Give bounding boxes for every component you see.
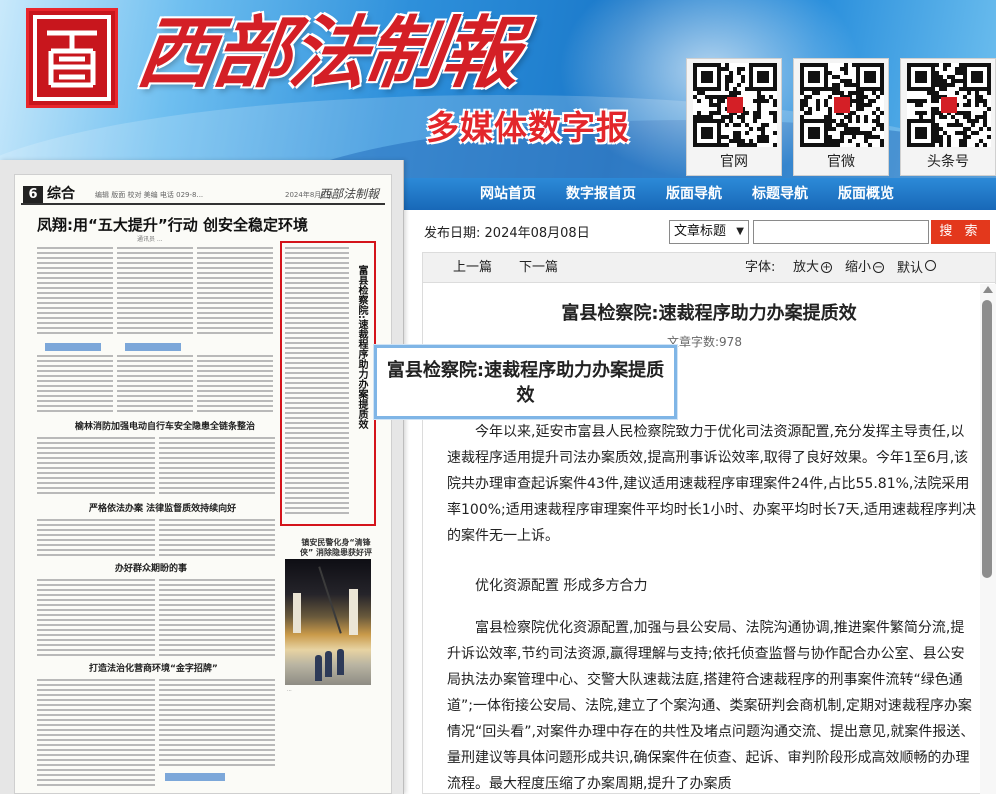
chevron-down-icon: ▼ xyxy=(736,226,744,237)
text-column xyxy=(159,579,275,659)
article-panel: 上一篇 下一篇 字体: 放大 + 缩小 − 默认 富县检察院:速裁程序助力办案提质效… xyxy=(422,252,996,794)
photo-detail xyxy=(337,649,344,675)
qr-code-icon xyxy=(800,63,884,147)
font-size-label: 字体: xyxy=(745,260,776,275)
zoom-out-button[interactable]: 缩小 − xyxy=(845,260,885,276)
section-tag xyxy=(45,343,101,351)
minus-circle-icon: − xyxy=(873,262,885,273)
page-subhead[interactable]: 办好群众期盼的事 xyxy=(115,563,187,575)
article-title-tooltip: 富县检察院:速裁程序助力办案提质效 xyxy=(374,345,677,419)
article-subheading: 优化资源配置 形成多方合力 xyxy=(475,578,648,594)
page-section: 综合 xyxy=(47,186,75,202)
text-column xyxy=(37,355,113,415)
article-paragraph: 富县检察院优化资源配置,加强与县公安局、法院沟通协调,推进案件繁简分流,提升诉讼… xyxy=(447,620,975,792)
page-logo: 西部法制報 xyxy=(319,187,380,201)
text-column xyxy=(37,679,155,789)
circle-icon xyxy=(925,260,937,271)
word-count: 文章字数:978 xyxy=(667,335,742,349)
photo-detail xyxy=(349,589,358,635)
photo-credit: ... xyxy=(287,687,292,693)
newspaper-page-image[interactable]: 6 综合 编辑 版面 校对 美编 电话 029-8... 2024年8月8日 西… xyxy=(14,174,392,794)
text-column xyxy=(285,247,349,517)
photo-detail xyxy=(318,566,342,634)
scroll-up-arrow-icon[interactable] xyxy=(983,286,993,293)
text-column xyxy=(159,437,275,497)
masthead-banner: 西部法制報 多媒体数字报 官网 官微 头条号 xyxy=(0,0,996,180)
default-size-label: 默认 xyxy=(897,261,924,276)
text-column xyxy=(37,519,155,559)
qr-official-wechat[interactable]: 官微 xyxy=(793,58,889,176)
qr-code-icon xyxy=(907,63,991,147)
text-column xyxy=(117,355,193,415)
section-tag xyxy=(125,343,181,351)
photo-detail xyxy=(293,593,301,633)
page-headline[interactable]: 凤翔:用“五大提升”行动 创安全稳定环境 xyxy=(37,215,308,235)
zoom-in-button[interactable]: 放大 + xyxy=(793,260,833,276)
page-subhead[interactable]: 打造法治化营商环境“金字招牌” xyxy=(89,663,218,675)
zoom-in-label: 放大 xyxy=(793,260,820,275)
article-paragraph: 今年以来,延安市富县人民检察院致力于优化司法资源配置,充分发挥主导责任,以速裁程… xyxy=(447,424,977,544)
photo-detail xyxy=(315,655,322,681)
page-header: 6 综合 编辑 版面 校对 美编 电话 029-8... 2024年8月8日 西… xyxy=(21,185,385,205)
qr-label: 官微 xyxy=(827,154,855,170)
nav-home[interactable]: 网站首页 xyxy=(480,178,536,210)
prev-article-link[interactable]: 上一篇 xyxy=(453,260,492,276)
page-subhead[interactable]: 榆林消防加强电动自行车安全隐患全链条整治 xyxy=(75,421,255,433)
nav-title-navigation[interactable]: 标题导航 xyxy=(752,178,808,210)
qr-label: 头条号 xyxy=(927,154,969,170)
newspaper-subtitle: 多媒体数字报 xyxy=(426,108,630,147)
publish-date: 发布日期: 2024年08月08日 xyxy=(424,226,590,242)
text-column xyxy=(37,437,155,497)
qr-official-site[interactable]: 官网 xyxy=(686,58,782,176)
page-thumbnail-panel: 6 综合 编辑 版面 校对 美编 电话 029-8... 2024年8月8日 西… xyxy=(0,160,404,794)
scrollbar-thumb[interactable] xyxy=(982,300,992,578)
main-nav: 网站首页 数字报首页 版面导航 标题导航 版面概览 xyxy=(404,178,996,210)
photo-detail xyxy=(325,651,332,677)
text-column xyxy=(159,679,275,769)
default-size-button[interactable]: 默认 xyxy=(897,260,937,277)
newspaper-name-logo: 西部法制報 xyxy=(131,8,525,99)
newspaper-seal-logo xyxy=(26,8,118,108)
next-article-link[interactable]: 下一篇 xyxy=(519,260,558,276)
text-column xyxy=(197,247,273,337)
zoom-out-label: 缩小 xyxy=(845,260,872,275)
text-column xyxy=(159,519,275,559)
highlighted-article-title: 富县检察院:速裁程序助力办案提质效 xyxy=(356,265,367,429)
publish-date-label: 发布日期: xyxy=(424,226,481,241)
search-input[interactable] xyxy=(753,220,929,244)
text-column xyxy=(117,247,193,337)
qr-code-icon xyxy=(693,63,777,147)
tooltip-text: 富县检察院:速裁程序助力办案提质效 xyxy=(386,360,665,406)
text-column xyxy=(197,355,273,415)
news-photo xyxy=(285,559,371,685)
article-toolbar: 上一篇 下一篇 字体: 放大 + 缩小 − 默认 xyxy=(423,253,995,283)
text-column xyxy=(37,579,155,659)
qr-label: 官网 xyxy=(720,154,748,170)
page-number: 6 xyxy=(23,186,43,203)
publish-date-value: 2024年08月08日 xyxy=(484,226,590,241)
qr-toutiao[interactable]: 头条号 xyxy=(900,58,996,176)
plus-circle-icon: + xyxy=(821,262,833,273)
text-column xyxy=(37,247,113,337)
page-subhead[interactable]: 严格依法办案 法律监督质效持续向好 xyxy=(89,503,236,515)
search-field-select[interactable]: 文章标题 ▼ xyxy=(669,220,749,244)
section-tag xyxy=(165,773,225,781)
search-field-value: 文章标题 xyxy=(674,224,727,239)
page-byline: 通讯员 ... xyxy=(137,236,163,243)
photo-caption[interactable]: 镇安民警化身“清锋侠” 消除隐患获好评 xyxy=(295,538,377,558)
search-button[interactable]: 搜 索 xyxy=(931,220,990,244)
nav-page-navigation[interactable]: 版面导航 xyxy=(666,178,722,210)
page-meta: 编辑 版面 校对 美编 电话 029-8... xyxy=(95,191,204,199)
article-title: 富县检察院:速裁程序助力办案提质效 xyxy=(561,303,857,324)
nav-page-overview[interactable]: 版面概览 xyxy=(838,178,894,210)
nav-epaper-home[interactable]: 数字报首页 xyxy=(566,178,636,210)
